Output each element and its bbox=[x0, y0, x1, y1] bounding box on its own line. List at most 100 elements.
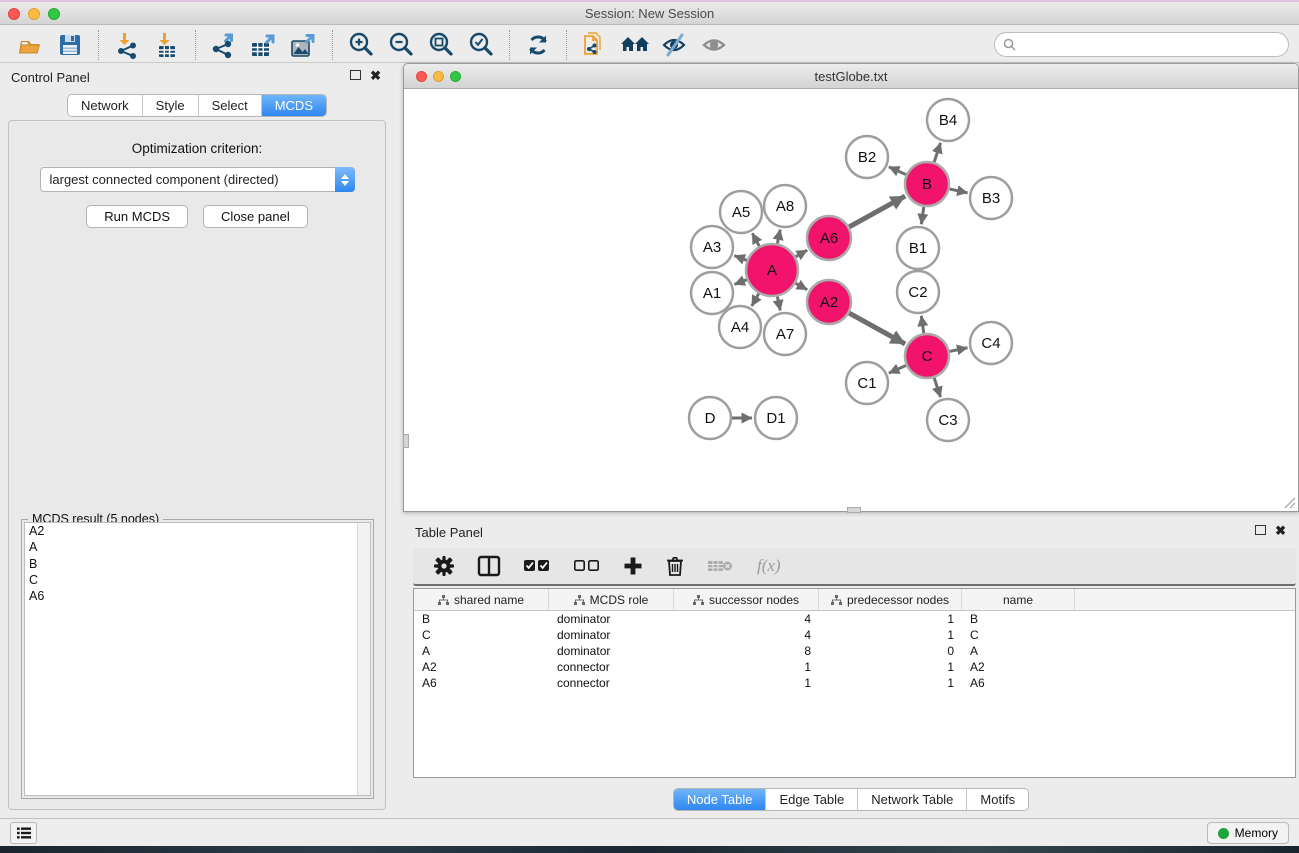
graph-node-B3[interactable]: B3 bbox=[970, 177, 1012, 219]
tab-motifs[interactable]: Motifs bbox=[966, 789, 1028, 810]
table-cell[interactable]: C bbox=[414, 627, 549, 643]
left-splitter-grip[interactable] bbox=[403, 434, 409, 448]
graph-node-B1[interactable]: B1 bbox=[897, 227, 939, 269]
column-header-MCDS-role[interactable]: MCDS role bbox=[549, 589, 674, 610]
zoom-in-icon[interactable] bbox=[341, 29, 381, 61]
search-field[interactable] bbox=[994, 32, 1289, 57]
zoom-out-icon[interactable] bbox=[381, 29, 421, 61]
mcds-result-item[interactable]: A6 bbox=[25, 588, 370, 604]
zoom-fit-icon[interactable] bbox=[421, 29, 461, 61]
deselect-all-icon[interactable] bbox=[573, 558, 601, 574]
table-row[interactable]: Bdominator41B bbox=[414, 611, 1295, 627]
table-cell[interactable]: A bbox=[414, 643, 549, 659]
graph-node-A8[interactable]: A8 bbox=[764, 185, 806, 227]
close-panel-button[interactable]: Close panel bbox=[203, 205, 308, 228]
first-neighbors-icon[interactable] bbox=[615, 29, 655, 61]
graph-edge-A-A7[interactable] bbox=[777, 296, 780, 310]
mcds-result-item[interactable]: A2 bbox=[25, 523, 370, 539]
show-columns-icon[interactable] bbox=[477, 555, 501, 577]
table-cell[interactable]: 1 bbox=[819, 611, 962, 627]
delete-table-icon[interactable] bbox=[707, 557, 735, 575]
add-row-icon[interactable] bbox=[623, 556, 643, 576]
table-cell[interactable]: 0 bbox=[819, 643, 962, 659]
table-row[interactable]: Cdominator41C bbox=[414, 627, 1295, 643]
graph-node-A2[interactable]: A2 bbox=[807, 280, 851, 324]
float-table-panel-icon[interactable] bbox=[1255, 525, 1266, 535]
export-image-icon[interactable] bbox=[284, 29, 324, 61]
graph-node-C3[interactable]: C3 bbox=[927, 399, 969, 441]
column-header-predecessor-nodes[interactable]: predecessor nodes bbox=[819, 589, 962, 610]
show-all-icon[interactable] bbox=[695, 29, 735, 61]
apply-function-icon[interactable]: f(x) bbox=[757, 556, 781, 576]
table-cell[interactable]: A2 bbox=[962, 659, 1075, 675]
export-network-icon[interactable] bbox=[204, 29, 244, 61]
export-table-icon[interactable] bbox=[244, 29, 284, 61]
open-session-icon[interactable] bbox=[10, 29, 50, 61]
graph-node-A6[interactable]: A6 bbox=[807, 216, 851, 260]
select-all-icon[interactable] bbox=[523, 558, 551, 574]
graph-edge-A-A2[interactable] bbox=[796, 283, 808, 290]
tab-style[interactable]: Style bbox=[142, 95, 198, 116]
task-history-icon[interactable] bbox=[10, 822, 37, 844]
graph-node-B[interactable]: B bbox=[905, 162, 949, 206]
table-cell[interactable]: dominator bbox=[549, 627, 674, 643]
table-options-icon[interactable] bbox=[433, 555, 455, 577]
float-panel-icon[interactable] bbox=[350, 70, 361, 80]
graph-node-B2[interactable]: B2 bbox=[846, 136, 888, 178]
graph-edge-C-C3[interactable] bbox=[934, 378, 940, 397]
mcds-result-item[interactable]: B bbox=[25, 556, 370, 572]
graph-node-C2[interactable]: C2 bbox=[897, 271, 939, 313]
tab-node-table[interactable]: Node Table bbox=[674, 789, 766, 810]
table-cell[interactable]: C bbox=[962, 627, 1075, 643]
tab-select[interactable]: Select bbox=[198, 95, 261, 116]
table-cell[interactable]: A bbox=[962, 643, 1075, 659]
graph-edge-B-B1[interactable] bbox=[921, 207, 923, 224]
mcds-result-item[interactable]: C bbox=[25, 572, 370, 588]
graph-edge-A-A4[interactable] bbox=[752, 294, 759, 307]
close-table-panel-icon[interactable]: ✖ bbox=[1275, 525, 1286, 536]
import-network-icon[interactable] bbox=[107, 29, 147, 61]
graph-edge-A-A3[interactable] bbox=[734, 256, 746, 261]
graph-edge-A2-C[interactable] bbox=[849, 313, 905, 344]
graph-edge-C-C2[interactable] bbox=[921, 316, 923, 333]
graph-edge-C-C1[interactable] bbox=[889, 365, 906, 373]
tab-edge-table[interactable]: Edge Table bbox=[765, 789, 857, 810]
graph-edge-B-B2[interactable] bbox=[889, 167, 906, 175]
graph-edge-A-A6[interactable] bbox=[796, 250, 808, 257]
graph-node-D[interactable]: D bbox=[689, 397, 731, 439]
result-list-scrollbar[interactable] bbox=[357, 523, 370, 795]
table-cell[interactable]: B bbox=[414, 611, 549, 627]
table-cell[interactable]: dominator bbox=[549, 611, 674, 627]
hide-selected-icon[interactable] bbox=[655, 29, 695, 61]
table-cell[interactable]: B bbox=[962, 611, 1075, 627]
graph-node-B4[interactable]: B4 bbox=[927, 99, 969, 141]
graph-edge-A-A8[interactable] bbox=[777, 230, 780, 244]
bottom-splitter-grip[interactable] bbox=[847, 507, 861, 513]
resize-grip-icon[interactable] bbox=[1282, 495, 1296, 509]
network-graph[interactable]: AA1A2A3A4A5A6A7A8BB1B2B3B4CC1C2C3C4DD1 bbox=[404, 89, 1298, 511]
table-cell[interactable]: A6 bbox=[414, 675, 549, 691]
column-header-successor-nodes[interactable]: successor nodes bbox=[674, 589, 819, 610]
table-cell[interactable]: 1 bbox=[819, 659, 962, 675]
table-cell[interactable]: A6 bbox=[962, 675, 1075, 691]
table-cell[interactable]: A2 bbox=[414, 659, 549, 675]
criterion-dropdown[interactable]: largest connected component (directed) bbox=[40, 167, 355, 192]
graph-node-A4[interactable]: A4 bbox=[719, 306, 761, 348]
table-cell[interactable]: 1 bbox=[674, 659, 819, 675]
graph-edge-A-A1[interactable] bbox=[734, 280, 746, 285]
graph-node-A5[interactable]: A5 bbox=[720, 191, 762, 233]
table-cell[interactable]: 4 bbox=[674, 627, 819, 643]
table-row[interactable]: A6connector11A6 bbox=[414, 675, 1295, 691]
zoom-selected-icon[interactable] bbox=[461, 29, 501, 61]
table-row[interactable]: Adominator80A bbox=[414, 643, 1295, 659]
graph-node-C1[interactable]: C1 bbox=[846, 362, 888, 404]
graph-edge-B-B3[interactable] bbox=[949, 189, 967, 193]
tab-network[interactable]: Network bbox=[68, 95, 142, 116]
graph-edge-C-C4[interactable] bbox=[950, 348, 968, 352]
table-row[interactable]: A2connector11A2 bbox=[414, 659, 1295, 675]
table-cell[interactable]: dominator bbox=[549, 643, 674, 659]
import-table-icon[interactable] bbox=[147, 29, 187, 61]
memory-button[interactable]: Memory bbox=[1207, 822, 1289, 844]
table-cell[interactable]: 1 bbox=[819, 675, 962, 691]
column-header-shared-name[interactable]: shared name bbox=[414, 589, 549, 610]
